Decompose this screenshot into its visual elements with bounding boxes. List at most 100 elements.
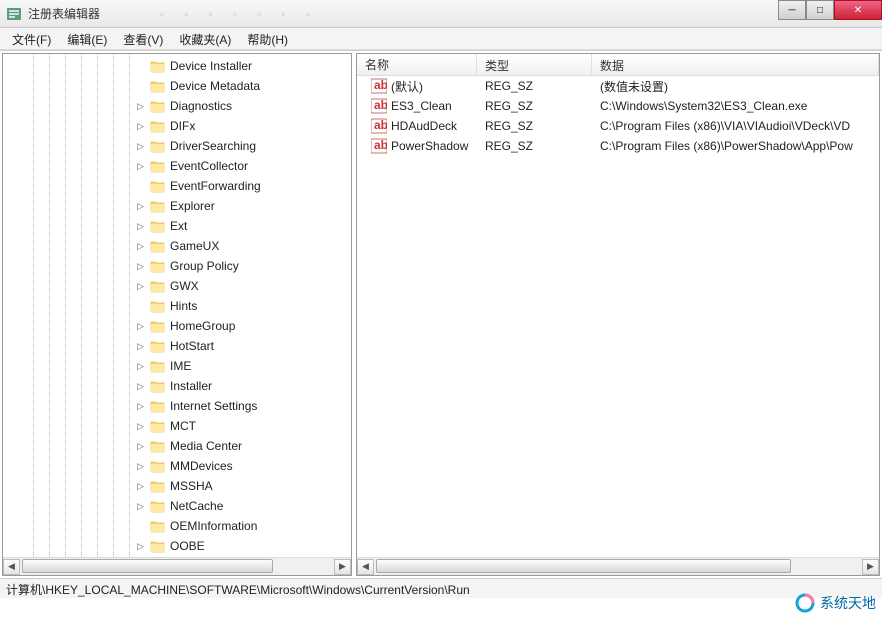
folder-icon bbox=[150, 119, 166, 133]
value-name-cell: PowerShadow bbox=[357, 138, 477, 154]
values-scroll-track[interactable] bbox=[374, 559, 862, 575]
values-scroll-thumb[interactable] bbox=[376, 559, 791, 573]
expand-icon[interactable]: ▷ bbox=[135, 461, 146, 472]
value-row[interactable]: HDAudDeckREG_SZC:\Program Files (x86)\VI… bbox=[357, 116, 879, 136]
value-row[interactable]: (默认)REG_SZ(数值未设置) bbox=[357, 76, 879, 96]
registry-tree[interactable]: Device Installer Device Metadata▷Diagnost… bbox=[3, 54, 351, 557]
tree-item[interactable]: OEMInformation bbox=[3, 516, 351, 536]
tree-item[interactable]: ▷NetCache bbox=[3, 496, 351, 516]
menu-view[interactable]: 查看(V) bbox=[115, 28, 171, 49]
expand-icon[interactable]: ▷ bbox=[135, 201, 146, 212]
tree-item[interactable]: ▷ MSSHA bbox=[3, 476, 351, 496]
tree-item-label: Hints bbox=[170, 299, 197, 313]
tree-item[interactable]: ▷Ext bbox=[3, 216, 351, 236]
main-split: Device Installer Device Metadata▷Diagnost… bbox=[0, 50, 882, 578]
expand-icon[interactable]: ▷ bbox=[135, 281, 146, 292]
tree-item-label: MCT bbox=[170, 419, 196, 433]
tree-branch-icon bbox=[135, 81, 146, 92]
expand-icon[interactable]: ▷ bbox=[135, 361, 146, 372]
folder-icon bbox=[150, 399, 166, 413]
maximize-button[interactable]: □ bbox=[806, 0, 834, 20]
values-list[interactable]: (默认)REG_SZ(数值未设置)ES3_CleanREG_SZC:\Windo… bbox=[357, 76, 879, 557]
menu-edit[interactable]: 编辑(E) bbox=[59, 28, 115, 49]
expand-icon[interactable]: ▷ bbox=[135, 341, 146, 352]
value-type-cell: REG_SZ bbox=[477, 139, 592, 153]
scroll-left-icon[interactable]: ◀ bbox=[357, 559, 374, 575]
scroll-right-icon[interactable]: ▶ bbox=[334, 559, 351, 575]
tree-branch-icon bbox=[135, 181, 146, 192]
tree-item[interactable]: Device Installer bbox=[3, 56, 351, 76]
tree-hscroll[interactable]: ◀ ▶ bbox=[3, 557, 351, 575]
reg-sz-icon bbox=[371, 118, 387, 134]
tree-item[interactable]: Hints bbox=[3, 296, 351, 316]
expand-icon[interactable]: ▷ bbox=[135, 481, 146, 492]
tree-item[interactable]: ▷Explorer bbox=[3, 196, 351, 216]
folder-icon bbox=[150, 459, 166, 473]
expand-icon[interactable]: ▷ bbox=[135, 121, 146, 132]
expand-icon[interactable]: ▷ bbox=[135, 141, 146, 152]
menubar: 文件(F) 编辑(E) 查看(V) 收藏夹(A) 帮助(H) bbox=[0, 28, 882, 50]
tree-item[interactable]: ▷ MCT bbox=[3, 416, 351, 436]
tree-item[interactable]: ▷DIFx bbox=[3, 116, 351, 136]
expand-icon[interactable]: ▷ bbox=[135, 101, 146, 112]
tree-item[interactable]: ▷IME bbox=[3, 356, 351, 376]
tree-item[interactable]: ▷Group Policy bbox=[3, 256, 351, 276]
column-type[interactable]: 类型 bbox=[477, 54, 592, 75]
value-type-cell: REG_SZ bbox=[477, 79, 592, 93]
tree-item-label: DriverSearching bbox=[170, 139, 256, 153]
tree-item-label: EventCollector bbox=[170, 159, 248, 173]
tree-scroll-thumb[interactable] bbox=[22, 559, 273, 573]
expand-icon[interactable]: ▷ bbox=[135, 321, 146, 332]
value-data-cell: (数值未设置) bbox=[592, 78, 879, 95]
tree-item[interactable]: ▷GWX bbox=[3, 276, 351, 296]
scroll-left-icon[interactable]: ◀ bbox=[3, 559, 20, 575]
tree-item[interactable]: ▷Media Center bbox=[3, 436, 351, 456]
tree-item[interactable]: ▷HomeGroup bbox=[3, 316, 351, 336]
tree-item[interactable]: ▷Internet Settings bbox=[3, 396, 351, 416]
value-row[interactable]: ES3_CleanREG_SZC:\Windows\System32\ES3_C… bbox=[357, 96, 879, 116]
values-pane: 名称 类型 数据 (默认)REG_SZ(数值未设置)ES3_CleanREG_S… bbox=[356, 53, 880, 576]
value-name-cell: ES3_Clean bbox=[357, 98, 477, 114]
tree-scroll-track[interactable] bbox=[20, 559, 334, 575]
tree-branch-icon bbox=[135, 61, 146, 72]
expand-icon[interactable]: ▷ bbox=[135, 541, 146, 552]
minimize-button[interactable]: ─ bbox=[778, 0, 806, 20]
folder-icon bbox=[150, 279, 166, 293]
folder-icon bbox=[150, 519, 166, 533]
tree-item[interactable]: ▷Diagnostics bbox=[3, 96, 351, 116]
tree-item[interactable]: ▷MMDevices bbox=[3, 456, 351, 476]
tree-item[interactable]: ▷Installer bbox=[3, 376, 351, 396]
folder-icon bbox=[150, 359, 166, 373]
menu-favorites[interactable]: 收藏夹(A) bbox=[171, 28, 239, 49]
tree-item-label: MSSHA bbox=[170, 479, 213, 493]
folder-icon bbox=[150, 419, 166, 433]
tree-item[interactable]: ▷ HotStart bbox=[3, 336, 351, 356]
window-title: 注册表编辑器 bbox=[28, 5, 100, 22]
expand-icon[interactable]: ▷ bbox=[135, 421, 146, 432]
menu-help[interactable]: 帮助(H) bbox=[239, 28, 296, 49]
expand-icon[interactable]: ▷ bbox=[135, 441, 146, 452]
expand-icon[interactable]: ▷ bbox=[135, 501, 146, 512]
tree-item[interactable]: ▷OOBE bbox=[3, 536, 351, 556]
close-button[interactable]: ✕ bbox=[834, 0, 882, 20]
value-name: PowerShadow bbox=[391, 139, 468, 153]
column-name[interactable]: 名称 bbox=[357, 54, 477, 75]
tree-item[interactable]: ▷GameUX bbox=[3, 236, 351, 256]
expand-icon[interactable]: ▷ bbox=[135, 401, 146, 412]
tree-item[interactable]: ▷ DriverSearching bbox=[3, 136, 351, 156]
scroll-right-icon[interactable]: ▶ bbox=[862, 559, 879, 575]
values-hscroll[interactable]: ◀ ▶ bbox=[357, 557, 879, 575]
tree-item[interactable]: EventForwarding bbox=[3, 176, 351, 196]
expand-icon[interactable]: ▷ bbox=[135, 261, 146, 272]
tree-item-label: Device Installer bbox=[170, 59, 252, 73]
tree-item[interactable]: Device Metadata bbox=[3, 76, 351, 96]
tree-item[interactable]: ▷ EventCollector bbox=[3, 156, 351, 176]
value-row[interactable]: PowerShadowREG_SZC:\Program Files (x86)\… bbox=[357, 136, 879, 156]
expand-icon[interactable]: ▷ bbox=[135, 241, 146, 252]
menu-file[interactable]: 文件(F) bbox=[4, 28, 59, 49]
column-data[interactable]: 数据 bbox=[592, 54, 879, 75]
tree-item-label: HotStart bbox=[170, 339, 214, 353]
expand-icon[interactable]: ▷ bbox=[135, 381, 146, 392]
expand-icon[interactable]: ▷ bbox=[135, 221, 146, 232]
expand-icon[interactable]: ▷ bbox=[135, 161, 146, 172]
